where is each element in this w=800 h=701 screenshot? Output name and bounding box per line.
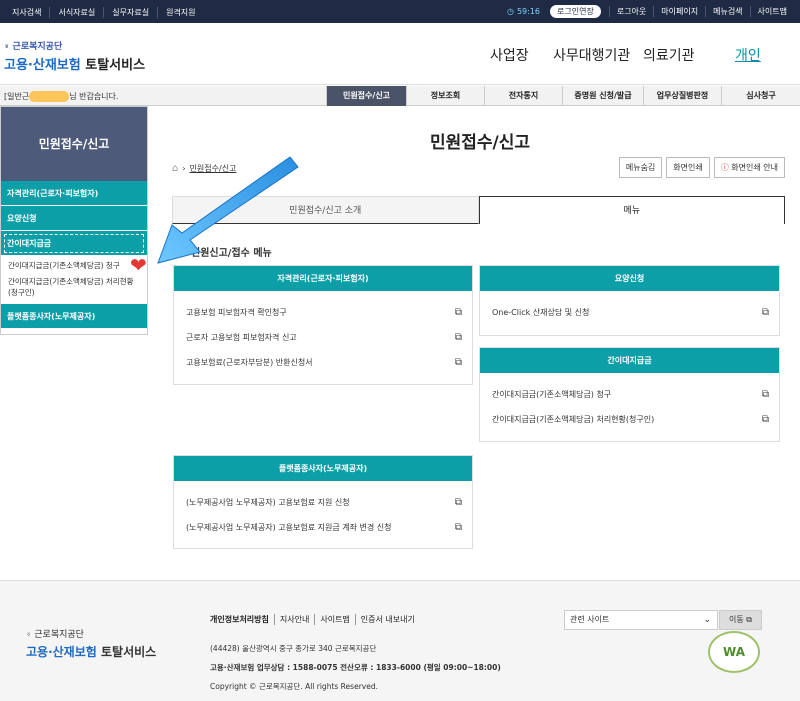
- heart-icon: ❤: [130, 253, 147, 277]
- print-button[interactable]: 화면인쇄: [666, 157, 710, 178]
- link-forms[interactable]: 서식자료실: [49, 7, 103, 18]
- card-qualification: 자격관리(근로자·피보험자) 고용보험 피보험자격 확인청구 ⧉ 근로자 고용보험…: [173, 265, 473, 385]
- external-link-icon: ⧉: [761, 414, 769, 425]
- page-tools: 메뉴숨김 화면인쇄 ⓘ 화면인쇄 안내: [618, 157, 785, 178]
- extend-login-button[interactable]: 로그인연장: [550, 5, 601, 18]
- footer-copyright: Copyright © 근로복지공단. All rights Reserved.: [210, 682, 378, 691]
- external-link-icon: ⧉: [454, 357, 462, 368]
- lnb-medical-care[interactable]: 요양신청: [1, 206, 147, 231]
- footer-logo: ⍤ 근로복지공단 고용·산재보험 토탈서비스: [26, 627, 156, 660]
- subnav-info[interactable]: 정보조회: [406, 86, 484, 106]
- card-simple-payment: 간이대지급금 간이대지급금(기존소액체당금) 청구 ⧉ 간이대지급금(기존소액체당…: [479, 347, 780, 442]
- privacy-link[interactable]: 개인정보처리방침: [210, 614, 274, 625]
- gnb-workplace[interactable]: 사업장: [490, 45, 529, 65]
- external-link-icon: ⧉: [761, 307, 769, 318]
- footer: ⍤ 근로복지공단 고용·산재보험 토탈서비스 개인정보처리방침 지사안내 사이트…: [0, 580, 800, 701]
- list-item[interactable]: 간이대지급금(기존소액체당금) 청구 ⧉: [480, 382, 779, 407]
- list-item[interactable]: (노무제공사업 노무제공자) 고용보험료 지원 신청 ⧉: [174, 490, 472, 515]
- external-link-icon: ⧉: [454, 332, 462, 343]
- subnav-appeal[interactable]: 심사청구: [721, 86, 800, 106]
- welcome-message: [일반근 님 반갑습니다.: [4, 91, 119, 102]
- external-link-icon: ⧉: [454, 497, 462, 508]
- top-right-links: ◷ 59:16 로그인연장 로그아웃 마이페이지 메뉴검색 사이트맵: [507, 5, 794, 18]
- logo-service: 고용·산재보험 토탈서비스: [4, 58, 146, 73]
- footer-service: 고용·산재보험 토탈서비스: [26, 645, 157, 659]
- session-timer: ◷ 59:16: [507, 7, 540, 16]
- lnb-sub-claim[interactable]: 간이대지급금(기존소액체당금) 청구: [1, 256, 147, 275]
- list-item[interactable]: 고용보험료(근로자부담분) 반환신청서 ⧉: [174, 350, 472, 375]
- list-item[interactable]: (노무제공사업 노무제공자) 고용보험료 지원금 계좌 변경 신청 ⧉: [174, 515, 472, 540]
- gnb-agency[interactable]: 사무대행기관: [553, 45, 630, 65]
- sitemap-footer-link[interactable]: 사이트맵: [314, 614, 354, 625]
- menu-search-link[interactable]: 메뉴검색: [705, 6, 749, 17]
- card-medical-care: 요양신청 One-Click 산재상담 및 신청 ⧉: [479, 265, 780, 336]
- subnav-notice[interactable]: 전자통지: [484, 86, 562, 106]
- link-practice-materials[interactable]: 실무자료실: [103, 7, 157, 18]
- wa-certification-mark: WA: [708, 631, 760, 673]
- site-logo[interactable]: ⍤ 근로복지공단 고용·산재보험 토탈서비스: [4, 39, 145, 73]
- external-link-icon: ⧉: [454, 522, 462, 533]
- lnb-sub-status[interactable]: 간이대지급금(기존소액체당금) 처리현황(청구인): [1, 275, 147, 302]
- card-title: 요양신청: [480, 266, 779, 291]
- hide-menu-button[interactable]: 메뉴숨김: [618, 157, 663, 178]
- lnb-platform-worker[interactable]: 플랫폼종사자(노무제공자): [1, 304, 147, 329]
- logo-mark-icon: ⍤: [4, 42, 13, 52]
- print-guide-button[interactable]: ⓘ 화면인쇄 안내: [713, 157, 785, 178]
- footer-address: (44428) 울산광역시 중구 종가로 340 근로복지공단: [210, 644, 377, 653]
- branch-link[interactable]: 지사안내: [273, 614, 314, 625]
- top-utility-bar: 지사검색 서식자료실 실무자료실 원격지원 ◷ 59:16 로그인연장 로그아웃…: [0, 0, 800, 23]
- link-remote-support[interactable]: 원격지원: [157, 7, 203, 18]
- subnav-disease[interactable]: 업무상질병판정: [643, 86, 721, 106]
- clock-icon: ◷: [506, 7, 514, 16]
- lnb-qualification[interactable]: 자격관리(근로자·피보험자): [1, 181, 147, 206]
- logo-org: ⍤ 근로복지공단: [4, 42, 63, 52]
- list-item[interactable]: 고용보험 피보험자격 확인청구 ⧉: [174, 300, 472, 325]
- gnb-medical[interactable]: 의료기관: [643, 45, 695, 65]
- list-item[interactable]: 근로자 고용보험 피보험자격 신고 ⧉: [174, 325, 472, 350]
- card-title: 플랫폼종사자(노무제공자): [174, 456, 472, 481]
- external-link-icon: ⧉: [454, 307, 462, 318]
- mypage-link[interactable]: 마이페이지: [653, 6, 705, 17]
- page-title: 민원접수/신고: [430, 133, 531, 153]
- tab-menu[interactable]: 메뉴: [478, 196, 785, 224]
- logout-link[interactable]: 로그아웃: [608, 6, 653, 17]
- sub-nav-bar: [일반근 님 반갑습니다. 민원접수/신고 정보조회 전자통지 증명원 신청/발급…: [0, 86, 800, 106]
- alert-icon: ⓘ: [720, 163, 732, 172]
- lnb-title: 민원접수/신고: [1, 107, 147, 181]
- footer-links: 개인정보처리방침 지사안내 사이트맵 인증서 내보내기: [210, 614, 420, 625]
- chevron-down-icon: ⌄: [703, 615, 711, 625]
- timer-value: 59:16: [516, 7, 541, 16]
- card-title: 간이대지급금: [480, 348, 779, 373]
- footer-phone: 고용·산재보험 업무상담 : 1588-0075 전산오류 : 1833-600…: [210, 663, 501, 672]
- annotation-arrow-icon: [157, 156, 299, 264]
- subnav-certificate[interactable]: 증명원 신청/발급: [562, 86, 643, 106]
- list-item[interactable]: One-Click 산재상담 및 신청 ⧉: [480, 300, 779, 325]
- lnb-simple-payment[interactable]: 간이대지급금: [1, 231, 147, 256]
- related-site-select[interactable]: 관련 사이트 ⌄: [564, 610, 718, 630]
- external-link-icon: ⧉: [746, 615, 752, 624]
- redacted-name: [29, 91, 70, 102]
- cert-export-link[interactable]: 인증서 내보내기: [354, 614, 420, 625]
- footer-org: ⍤ 근로복지공단: [26, 630, 84, 640]
- link-branch-search[interactable]: 지사검색: [10, 7, 49, 18]
- sitemap-link[interactable]: 사이트맵: [749, 6, 794, 17]
- go-button[interactable]: 이동 ⧉: [719, 610, 762, 630]
- left-nav: 민원접수/신고 자격관리(근로자·피보험자) 요양신청 간이대지급금 간이대지급…: [0, 106, 148, 335]
- card-platform-worker: 플랫폼종사자(노무제공자) (노무제공사업 노무제공자) 고용보험료 지원 신청…: [173, 455, 473, 549]
- subnav-complaint[interactable]: 민원접수/신고: [326, 86, 406, 106]
- top-left-links: 지사검색 서식자료실 실무자료실 원격지원: [10, 7, 204, 18]
- list-item[interactable]: 간이대지급금(기존소액체당금) 처리현황(청구인) ⧉: [480, 407, 779, 432]
- external-link-icon: ⧉: [761, 389, 769, 400]
- sub-nav-tabs: 민원접수/신고 정보조회 전자통지 증명원 신청/발급 업무상질병판정 심사청구: [326, 86, 800, 106]
- main-header: ⍤ 근로복지공단 고용·산재보험 토탈서비스 사업장 사무대행기관 의료기관 개…: [0, 23, 800, 85]
- gnb-personal[interactable]: 개인: [735, 45, 761, 65]
